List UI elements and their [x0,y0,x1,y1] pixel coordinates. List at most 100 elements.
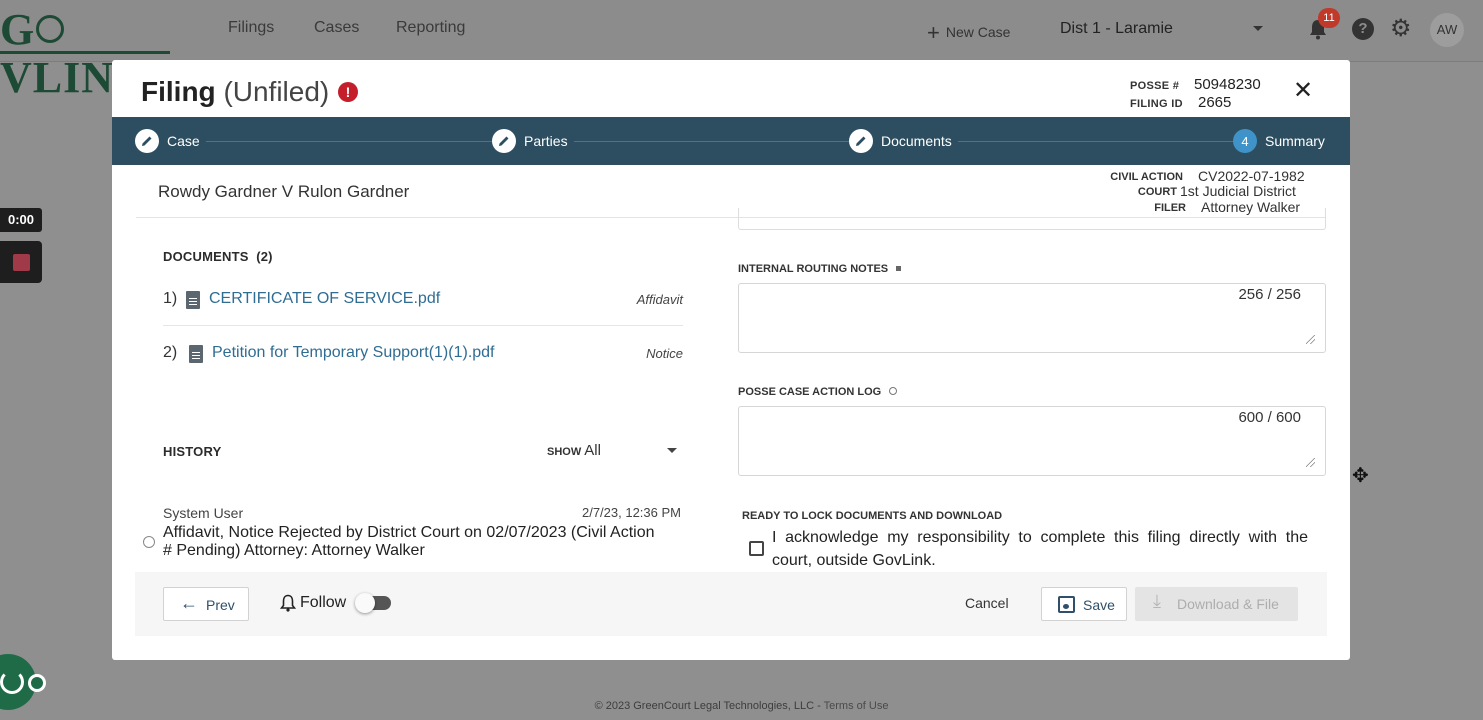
acknowledge-text: I acknowledge my responsibility to compl… [772,529,1308,569]
document-link[interactable]: Petition for Temporary Support(1)(1).pdf [212,344,495,362]
prev-button[interactable]: ← Prev [163,587,249,621]
divider [163,325,683,326]
bell-outline-icon [280,594,296,612]
follow-toggle[interactable] [355,593,391,613]
save-button[interactable]: Save [1041,587,1127,621]
terms-link[interactable]: Terms of Use [824,700,889,712]
history-user: System User [163,505,244,521]
copyright-text: © 2023 GreenCourt Legal Technologies, LL… [594,700,824,712]
notification-badge: 11 [1318,8,1340,28]
seal-icon [36,14,65,43]
history-radio[interactable] [143,536,155,548]
documents-count: (2) [256,249,273,264]
char-counter: 256 / 256 [1238,286,1301,303]
court-value: 1st Judicial District [1180,183,1296,199]
chevron-down-icon[interactable] [667,448,677,453]
documents-history-panel: DOCUMENTS (2) [136,218,708,630]
show-value: All [584,442,601,459]
partial-field[interactable] [738,208,1326,230]
stop-icon [13,254,30,271]
resize-handle-icon[interactable] [1306,458,1315,467]
resize-handle-icon[interactable] [1306,335,1315,344]
stepper-track [152,141,1310,142]
plus-icon: + [927,20,940,45]
show-label: SHOW [547,446,582,458]
nav-cases[interactable]: Cases [314,19,359,37]
top-navbar: GVLINK Filings Cases Reporting + New Case… [0,0,1483,102]
step-summary[interactable]: 4 Summary [1233,129,1331,153]
step-number: 4 [1233,129,1257,153]
court-label: COURT [1137,186,1177,198]
filing-modal: Filing (Unfiled) ! POSSE # 50948230 FILI… [112,60,1350,660]
toggle-knob [355,593,375,613]
filing-status: (Unfiled) [223,76,330,107]
document-link[interactable]: CERTIFICATE OF SERVICE.pdf [209,290,440,308]
step-parties[interactable]: Parties [492,129,574,153]
posse-label: POSSE # [1130,80,1180,92]
gear-icon[interactable]: ⚙ [1390,17,1412,41]
title-text: Filing [141,76,216,107]
civil-action-label: CIVIL ACTION [1110,171,1183,183]
routing-notes-label-text: INTERNAL ROUTING NOTES [738,263,889,275]
posse-value: 50948230 [1194,76,1261,93]
step-case[interactable]: Case [135,129,206,153]
indicator-icon [896,266,902,271]
char-counter: 600 / 600 [1238,409,1301,426]
help-icon[interactable]: ? [1352,18,1374,40]
document-type: Affidavit [636,292,683,307]
document-row: 1) CERTIFICATE OF SERVICE.pdf Affidavit [163,282,683,322]
action-bar: ← Prev Follow Cancel Save ⤓ Download & F… [135,572,1327,636]
download-icon: ⤓ [1153,591,1161,611]
ready-to-lock-label: READY TO LOCK DOCUMENTS AND DOWNLOAD [742,510,1003,522]
document-number: 1) [163,290,178,307]
documents-heading-text: DOCUMENTS [163,249,249,264]
nav-reporting[interactable]: Reporting [396,19,465,37]
file-icon [186,291,200,309]
govlink-logo[interactable]: GVLINK [0,6,170,102]
filing-id-label: FILING ID [1130,98,1183,110]
filing-stepper: Case Parties Documents 4 Summary [112,117,1350,165]
step-label: Parties [524,133,568,149]
history-filter-select[interactable]: SHOW All [547,442,601,459]
step-documents[interactable]: Documents [849,129,958,153]
pencil-icon [135,129,159,153]
filing-id-value: 2665 [1198,94,1232,111]
arrow-left-icon: ← [180,593,198,613]
prev-label: Prev [206,597,235,613]
chevron-down-icon[interactable] [1253,26,1263,31]
history-heading: HISTORY [163,444,222,459]
documents-heading: DOCUMENTS (2) [163,249,273,264]
alert-icon: ! [338,82,358,102]
indicator-icon [889,387,898,395]
close-icon[interactable]: ✕ [1292,79,1314,103]
step-label: Case [167,133,200,149]
download-file-button[interactable]: ⤓ Download & File [1135,587,1298,621]
document-row: 2) Petition for Temporary Support(1)(1).… [163,336,683,376]
document-type: Notice [646,346,683,361]
document-number: 2) [163,344,178,361]
acknowledge-checkbox[interactable] [749,541,764,556]
routing-notes-textarea[interactable]: 256 / 256 [738,283,1326,353]
download-label: Download & File [1177,596,1279,612]
posse-log-textarea[interactable]: 600 / 600 [738,406,1326,476]
file-icon [189,345,203,363]
case-title: Rowdy Gardner V Rulon Gardner [158,182,410,201]
chat-status-dot [28,674,46,692]
new-case-label: New Case [945,24,1011,40]
posse-log-label-text: POSSE CASE ACTION LOG [738,386,882,398]
footer: © 2023 GreenCourt Legal Technologies, LL… [0,700,1483,712]
history-entry-text: Affidavit, Notice Rejected by District C… [163,524,655,559]
posse-log-label: POSSE CASE ACTION LOG [738,386,898,398]
follow-label: Follow [300,594,347,611]
recording-timer: 0:00 [0,208,42,232]
avatar[interactable]: AW [1430,13,1464,47]
save-icon [1058,596,1075,613]
step-label: Documents [881,133,952,149]
nav-filings[interactable]: Filings [228,19,274,37]
move-cursor-icon: ✥ [1352,465,1369,487]
new-case-button[interactable]: + New Case [927,20,1010,46]
pencil-icon [849,129,873,153]
stop-recording-button[interactable] [0,241,42,283]
district-select[interactable]: Dist 1 - Laramie [1060,20,1173,38]
cancel-button[interactable]: Cancel [965,595,1009,611]
